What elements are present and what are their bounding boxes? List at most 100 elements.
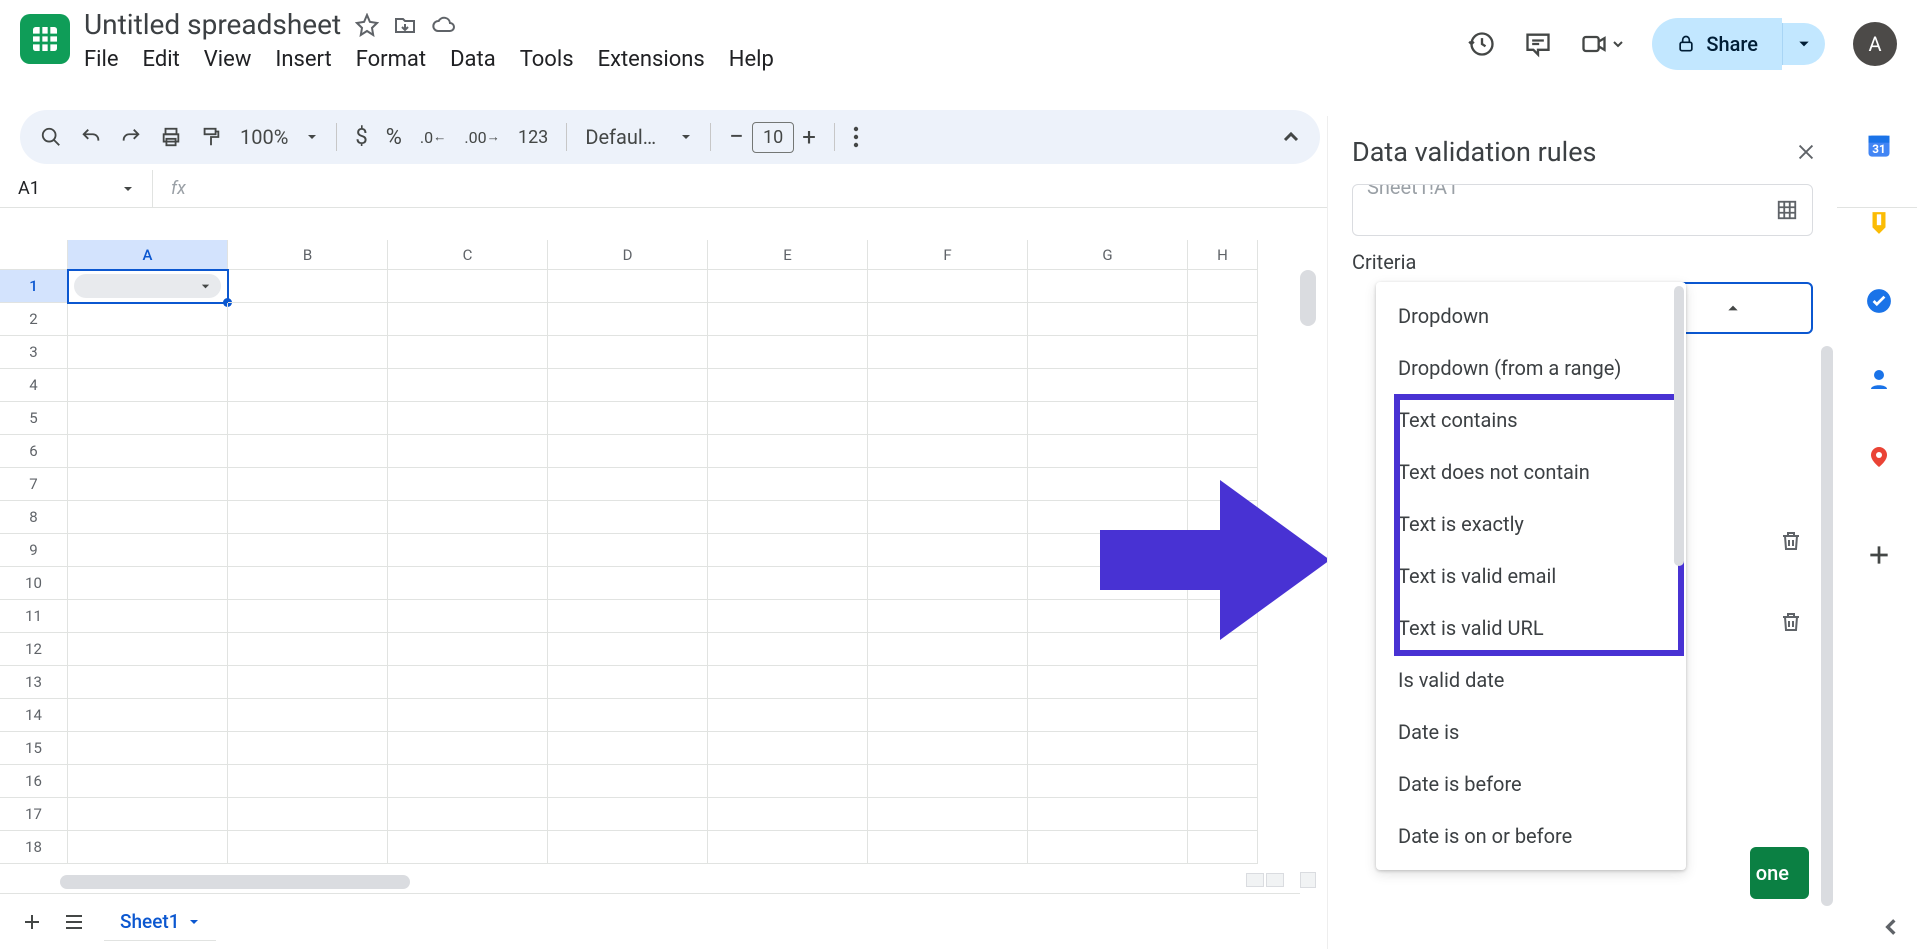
decrease-font-icon[interactable]: − [729,122,744,152]
cell[interactable] [228,402,388,435]
cell[interactable] [388,303,548,336]
share-dropdown[interactable] [1782,23,1825,65]
cell[interactable] [868,336,1028,369]
cell[interactable] [1188,435,1258,468]
sheets-logo[interactable] [20,14,70,64]
row-header[interactable]: 17 [0,798,68,831]
cell[interactable] [868,369,1028,402]
cell[interactable] [548,699,708,732]
select-range-icon[interactable] [1776,199,1798,221]
cell[interactable] [868,831,1028,864]
cell[interactable] [388,468,548,501]
comment-icon[interactable] [1524,30,1552,58]
cell[interactable] [1028,402,1188,435]
menu-insert[interactable]: Insert [275,47,331,72]
row-header[interactable]: 7 [0,468,68,501]
cell[interactable] [708,303,868,336]
increase-font-icon[interactable]: + [802,123,816,151]
cell[interactable] [548,666,708,699]
cell[interactable] [1028,369,1188,402]
cell[interactable] [388,402,548,435]
cell[interactable] [228,666,388,699]
cell[interactable] [228,567,388,600]
cell[interactable] [708,468,868,501]
cell[interactable] [868,402,1028,435]
cell[interactable] [68,468,228,501]
row-header[interactable]: 4 [0,369,68,402]
row-header[interactable]: 6 [0,435,68,468]
decrease-decimal-icon[interactable]: .0← [420,128,447,147]
cell[interactable] [708,501,868,534]
option-text-contains[interactable]: Text contains [1376,394,1686,446]
cell[interactable] [68,765,228,798]
col-header-e[interactable]: E [708,240,868,270]
vertical-scroll-arrow[interactable] [1300,872,1316,888]
cell[interactable] [68,699,228,732]
paint-format-icon[interactable] [200,126,222,148]
cell[interactable] [1188,699,1258,732]
option-date-is[interactable]: Date is [1376,706,1686,758]
cell[interactable] [868,798,1028,831]
col-header-c[interactable]: C [388,240,548,270]
cell[interactable] [228,798,388,831]
font-size-input[interactable]: 10 [752,122,794,153]
cell[interactable] [1188,666,1258,699]
row-header[interactable]: 12 [0,633,68,666]
cell[interactable] [1028,435,1188,468]
cell[interactable] [868,534,1028,567]
cell[interactable] [1028,303,1188,336]
name-box[interactable]: A1 [12,178,152,199]
cell[interactable] [388,501,548,534]
cell[interactable] [388,831,548,864]
cell[interactable] [1188,402,1258,435]
cell[interactable] [68,303,228,336]
tasks-icon[interactable] [1864,286,1894,316]
range-input[interactable]: Sheet1!A1 [1352,184,1813,236]
cell[interactable] [68,369,228,402]
row-header[interactable]: 18 [0,831,68,864]
row-header[interactable]: 3 [0,336,68,369]
cell[interactable] [868,765,1028,798]
cell[interactable] [388,732,548,765]
cell[interactable] [708,666,868,699]
cell[interactable] [388,270,548,303]
redo-icon[interactable] [120,126,142,148]
option-text-email[interactable]: Text is valid email [1376,550,1686,602]
cell[interactable] [388,435,548,468]
cell[interactable] [1188,732,1258,765]
maps-icon[interactable] [1864,442,1894,472]
row-header[interactable]: 11 [0,600,68,633]
vertical-scrollbar[interactable] [1300,270,1316,326]
cell[interactable] [708,534,868,567]
font-select[interactable]: Defaul… [585,125,692,149]
close-icon[interactable] [1795,141,1817,163]
cell[interactable] [708,732,868,765]
cell[interactable] [708,765,868,798]
menu-tools[interactable]: Tools [520,47,574,72]
done-button[interactable]: one [1750,847,1809,899]
cell[interactable] [388,765,548,798]
cell[interactable] [388,567,548,600]
search-icon[interactable] [40,126,62,148]
formula-bar[interactable]: fx [152,170,186,207]
cell[interactable] [548,600,708,633]
cell[interactable] [68,435,228,468]
option-date-on-before[interactable]: Date is on or before [1376,810,1686,862]
option-valid-date[interactable]: Is valid date [1376,654,1686,706]
percent-icon[interactable]: % [386,125,402,150]
cell[interactable] [1188,270,1258,303]
row-header[interactable]: 10 [0,567,68,600]
cell[interactable] [1028,699,1188,732]
cell[interactable] [68,666,228,699]
row-header[interactable]: 15 [0,732,68,765]
cell[interactable] [1028,798,1188,831]
horizontal-scroll-arrows[interactable] [1246,873,1284,887]
cell[interactable] [708,435,868,468]
col-header-g[interactable]: G [1028,240,1188,270]
option-dropdown[interactable]: Dropdown [1376,290,1686,342]
delete-option-icon[interactable] [1779,610,1803,634]
cell[interactable] [1028,666,1188,699]
cell[interactable] [68,831,228,864]
cell[interactable] [388,699,548,732]
sheet-tab[interactable]: Sheet1 [104,902,216,941]
